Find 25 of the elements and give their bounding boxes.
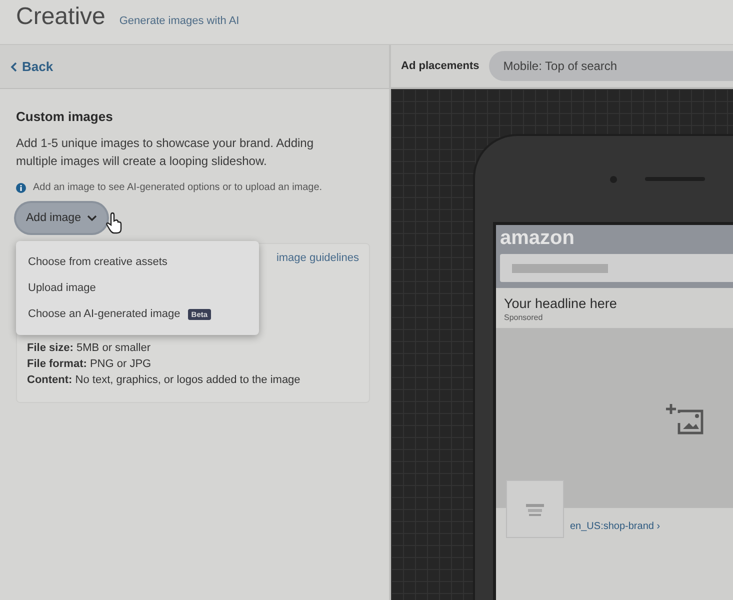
section-title: Custom images (16, 109, 114, 124)
back-link[interactable]: Back (10, 59, 54, 74)
caret-icon (86, 214, 97, 222)
image-guidelines-link[interactable]: image guidelines (276, 252, 359, 340)
hand-cursor-icon (104, 212, 122, 234)
generate-link[interactable]: Generate images with AI (119, 15, 240, 27)
placements-label: Ad placements (401, 60, 480, 72)
info-text: Add an image to see AI-generated options or to upload an image. (33, 181, 322, 195)
store-logo: amazon (500, 227, 576, 251)
guideline-text: File format: PNG or JPG (27, 357, 152, 372)
guideline-text: File size: 5MB or smaller (27, 341, 152, 356)
chevron-left-icon (10, 62, 17, 72)
guideline-text: Content: No text, graphics, or logos added to the image (27, 373, 302, 388)
page-title: Creative (16, 3, 106, 31)
logo-placeholder-icon (525, 501, 545, 517)
info-icon (16, 183, 26, 193)
placement-dropdown[interactable]: Mobile: Top of search (489, 51, 733, 81)
add-image-button[interactable]: Add image (16, 203, 107, 233)
store-link[interactable]: en_US:shop-brand › (570, 521, 660, 532)
search-field[interactable] (500, 254, 733, 282)
sponsored-label: Sponsored (504, 313, 544, 322)
menu-item[interactable]: Choose from creative assets (16, 249, 259, 275)
ad-headline: Your headline here (504, 296, 618, 311)
menu-item[interactable]: Upload image (16, 275, 259, 301)
description-text: Add 1-5 unique images to showcase your brand. Adding multiple images will create a looping slideshow. (16, 135, 315, 170)
